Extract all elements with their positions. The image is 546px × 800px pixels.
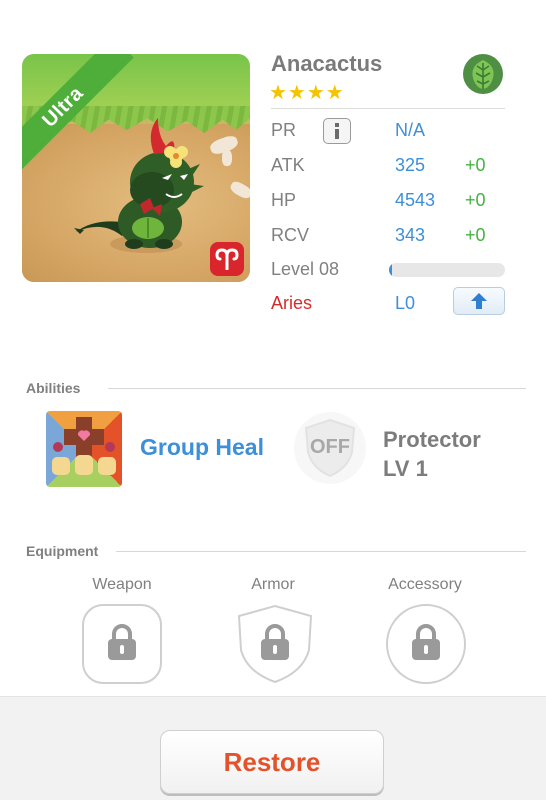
up-arrow-icon <box>471 293 487 309</box>
atk-label: ATK <box>271 155 305 175</box>
pr-value: N/A <box>395 120 426 140</box>
lock-icon <box>412 624 440 660</box>
monster-name: Anacactus <box>271 51 383 76</box>
restore-button[interactable]: Restore <box>160 730 384 794</box>
abilities-divider <box>108 388 526 389</box>
stone-decoration <box>222 150 232 166</box>
stat-row-rcv: RCV 343 +0 <box>271 225 511 253</box>
passive-ability-badge[interactable]: OFF <box>294 412 366 484</box>
pr-label: PR <box>271 120 297 140</box>
atk-value: 325 <box>395 155 426 175</box>
weapon-label: Weapon <box>92 576 152 593</box>
monster-sprite <box>74 118 204 253</box>
passive-ability-level: LV 1 <box>383 456 428 481</box>
level-label: Level 08 <box>271 259 340 279</box>
accessory-label: Accessory <box>388 576 462 593</box>
armor-label: Armor <box>251 576 295 593</box>
stat-row-hp: HP 4543 +0 <box>271 190 511 218</box>
armor-slot[interactable] <box>235 604 315 684</box>
sign-label: Aries <box>271 293 313 313</box>
equipment-divider <box>116 551 526 552</box>
hp-label: HP <box>271 190 297 210</box>
hp-bonus: +0 <box>465 190 486 210</box>
hp-value: 4543 <box>395 190 436 210</box>
active-ability-name[interactable]: Group Heal <box>140 434 264 461</box>
stat-row-level: Level 08 <box>271 259 511 287</box>
aries-icon <box>210 242 244 276</box>
sign-upgrade-button[interactable] <box>453 287 505 315</box>
rcv-bonus: +0 <box>465 225 486 245</box>
monster-portrait[interactable]: Ultra <box>22 54 250 282</box>
level-progress-bar <box>389 263 505 277</box>
header-divider <box>271 108 505 109</box>
stat-row-atk: ATK 325 +0 <box>271 155 511 183</box>
leaf-icon <box>463 54 503 94</box>
weapon-slot[interactable] <box>82 604 162 684</box>
rcv-value: 343 <box>395 225 426 245</box>
equipment-title: Equipment <box>26 543 99 559</box>
passive-off-label: OFF <box>310 436 350 458</box>
passive-ability-name[interactable]: Protector LV 1 <box>383 425 481 483</box>
accessory-slot[interactable] <box>386 604 466 684</box>
abilities-title: Abilities <box>26 380 81 396</box>
stat-row-pr: PR N/A <box>271 118 511 148</box>
info-button[interactable] <box>323 118 351 144</box>
level-progress-fill <box>389 263 393 277</box>
passive-ability-title: Protector <box>383 427 481 452</box>
atk-bonus: +0 <box>465 155 486 175</box>
info-icon <box>335 123 339 139</box>
group-heal-icon[interactable] <box>46 411 122 487</box>
rarity-stars: ★★★★ <box>269 82 345 104</box>
stat-row-sign: Aries L0 <box>271 287 511 321</box>
rcv-label: RCV <box>271 225 310 245</box>
lock-icon <box>261 624 289 660</box>
lock-icon <box>108 624 136 660</box>
sign-level-value: L0 <box>395 293 416 313</box>
